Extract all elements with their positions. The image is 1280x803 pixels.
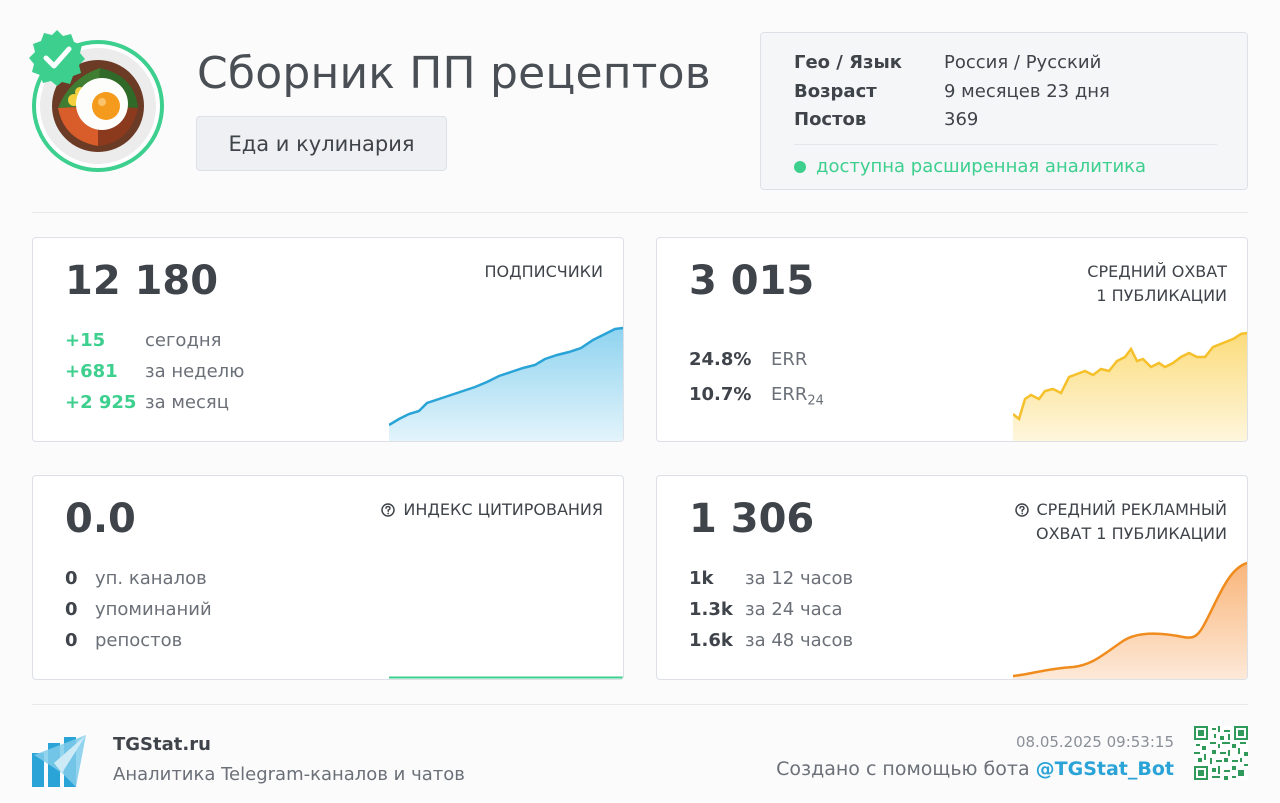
qr-code-icon[interactable] <box>1194 726 1248 780</box>
stat-value: 0 <box>65 630 78 651</box>
question-circle-icon[interactable] <box>1014 503 1029 517</box>
stat-value: 1.3k <box>689 599 733 620</box>
err24-label: ERR <box>771 384 808 405</box>
stat-label: сегодня <box>145 330 222 351</box>
status-dot-icon <box>794 160 806 173</box>
info-value: 369 <box>944 109 979 130</box>
stat-value: +681 <box>65 361 118 382</box>
stat-label: за 12 часов <box>745 568 854 589</box>
reach-label-line1: СРЕДНИЙ ОХВАТ <box>1087 262 1227 281</box>
channel-title: Сборник ПП рецептов <box>197 48 711 99</box>
ad-reach-label-line2: ОХВАТ 1 ПУБЛИКАЦИИ <box>1035 524 1227 543</box>
citation-label: ИНДЕКС ЦИТИРОВАНИЯ <box>403 500 603 519</box>
citation-sparkline <box>389 676 623 679</box>
info-row-geo: Гео / Язык Россия / Русский <box>794 52 1101 73</box>
subscribers-stats: +15 сегодня +681 за неделю +2 925 за месяц <box>65 325 244 418</box>
info-row-posts: Постов 369 <box>794 109 978 130</box>
channel-avatar-wrap <box>28 28 168 176</box>
citation-label-wrap: ИНДЕКС ЦИТИРОВАНИЯ <box>381 498 603 522</box>
header-divider <box>32 212 1248 213</box>
created-prefix: Создано с помощью бота <box>776 758 1030 780</box>
stat-row-week: +681 за неделю <box>65 356 244 387</box>
brand-name[interactable]: TGStat.ru <box>113 734 211 755</box>
stat-row-mentions: 0 упоминаний <box>65 594 212 625</box>
stat-value: 1k <box>689 568 714 589</box>
ad-reach-sparkline <box>1013 561 1247 679</box>
subscribers-card[interactable]: 12 180 ПОДПИСЧИКИ +15 сегодня +681 за неде… <box>32 237 624 442</box>
reach-label: СРЕДНИЙ ОХВАТ 1 ПУБЛИКАЦИИ <box>1087 260 1227 308</box>
ad-reach-card[interactable]: 1 306 СРЕДНИЙ РЕКЛАМНЫЙ ОХВАТ 1 ПУБЛИКАЦ… <box>656 475 1248 680</box>
stat-value: 0 <box>65 599 78 620</box>
err24-row: 10.7% ERR24 <box>689 377 824 412</box>
info-key: Постов <box>794 109 867 130</box>
stat-label: за 48 часов <box>745 630 854 651</box>
stat-label: уп. каналов <box>95 568 207 589</box>
timestamp: 08.05.2025 09:53:15 <box>1015 733 1174 751</box>
info-value: 9 месяцев 23 дня <box>944 81 1110 102</box>
info-key: Гео / Язык <box>794 52 902 73</box>
citation-card[interactable]: 0.0 ИНДЕКС ЦИТИРОВАНИЯ 0 уп. каналов 0 упо… <box>32 475 624 680</box>
err-row: 24.8% ERR <box>689 342 824 377</box>
ad-reach-label-line1: СРЕДНИЙ РЕКЛАМНЫЙ <box>1036 500 1228 519</box>
category-badge[interactable]: Еда и кулинария <box>196 116 447 171</box>
err24-sub: 24 <box>807 393 824 409</box>
reach-value: 3 015 <box>689 258 815 304</box>
created-by: Создано с помощью бота @TGStat_Bot <box>776 758 1174 780</box>
stat-label: упоминаний <box>95 599 212 620</box>
stat-label: репостов <box>95 630 183 651</box>
err24-value: 10.7% <box>689 384 752 405</box>
err-value: 24.8% <box>689 349 752 370</box>
stat-value: +15 <box>65 330 106 351</box>
question-circle-icon[interactable] <box>381 503 396 517</box>
ad-reach-value: 1 306 <box>689 496 815 542</box>
channel-info-box: Гео / Язык Россия / Русский Возраст 9 меся… <box>760 32 1248 190</box>
info-key: Возраст <box>794 81 877 102</box>
stat-value: 0 <box>65 568 78 589</box>
citation-stats: 0 уп. каналов 0 упоминаний 0 репостов <box>65 563 212 656</box>
reach-card[interactable]: 3 015 СРЕДНИЙ ОХВАТ 1 ПУБЛИКАЦИИ 24.8% ER… <box>656 237 1248 442</box>
reach-label-line2: 1 ПУБЛИКАЦИИ <box>1096 286 1227 305</box>
stat-value: +2 925 <box>65 392 137 413</box>
info-divider <box>794 144 1217 145</box>
analytics-status-label: доступна расширенная аналитика <box>816 156 1147 177</box>
subscribers-label: ПОДПИСЧИКИ <box>484 262 603 281</box>
stat-row-12h: 1k за 12 часов <box>689 563 853 594</box>
subscribers-sparkline <box>389 326 623 441</box>
stat-row-today: +15 сегодня <box>65 325 244 356</box>
verified-check-badge-icon <box>29 30 85 86</box>
brand-tagline: Аналитика Telegram-каналов и чатов <box>113 764 465 785</box>
stat-row-48h: 1.6k за 48 часов <box>689 625 853 656</box>
stat-value: 1.6k <box>689 630 733 651</box>
err-label: ERR <box>771 349 808 370</box>
stat-label: за неделю <box>145 361 245 382</box>
ad-reach-label-line1-wrap: СРЕДНИЙ РЕКЛАМНЫЙ <box>1014 498 1228 522</box>
citation-value: 0.0 <box>65 496 136 542</box>
info-row-age: Возраст 9 месяцев 23 дня <box>794 81 1110 102</box>
stat-label: за 24 часа <box>745 599 843 620</box>
bot-link[interactable]: @TGStat_Bot <box>1036 758 1174 780</box>
analytics-status[interactable]: доступна расширенная аналитика <box>794 156 1146 177</box>
stat-row-month: +2 925 за месяц <box>65 387 244 418</box>
stat-row-24h: 1.3k за 24 часа <box>689 594 853 625</box>
ad-reach-label: СРЕДНИЙ РЕКЛАМНЫЙ ОХВАТ 1 ПУБЛИКАЦИИ <box>1014 498 1228 546</box>
reach-sparkline <box>1013 331 1247 441</box>
info-value: Россия / Русский <box>944 52 1102 73</box>
ad-reach-stats: 1k за 12 часов 1.3k за 24 часа 1.6k за 48 ч… <box>689 563 853 656</box>
subscribers-value: 12 180 <box>65 258 219 304</box>
stat-row-reposts: 0 репостов <box>65 625 212 656</box>
stat-label: за месяц <box>145 392 229 413</box>
footer-divider <box>32 704 1248 705</box>
tgstat-logo-icon[interactable] <box>32 733 88 787</box>
reach-stats: 24.8% ERR 10.7% ERR24 <box>689 342 824 412</box>
stat-row-channels: 0 уп. каналов <box>65 563 212 594</box>
